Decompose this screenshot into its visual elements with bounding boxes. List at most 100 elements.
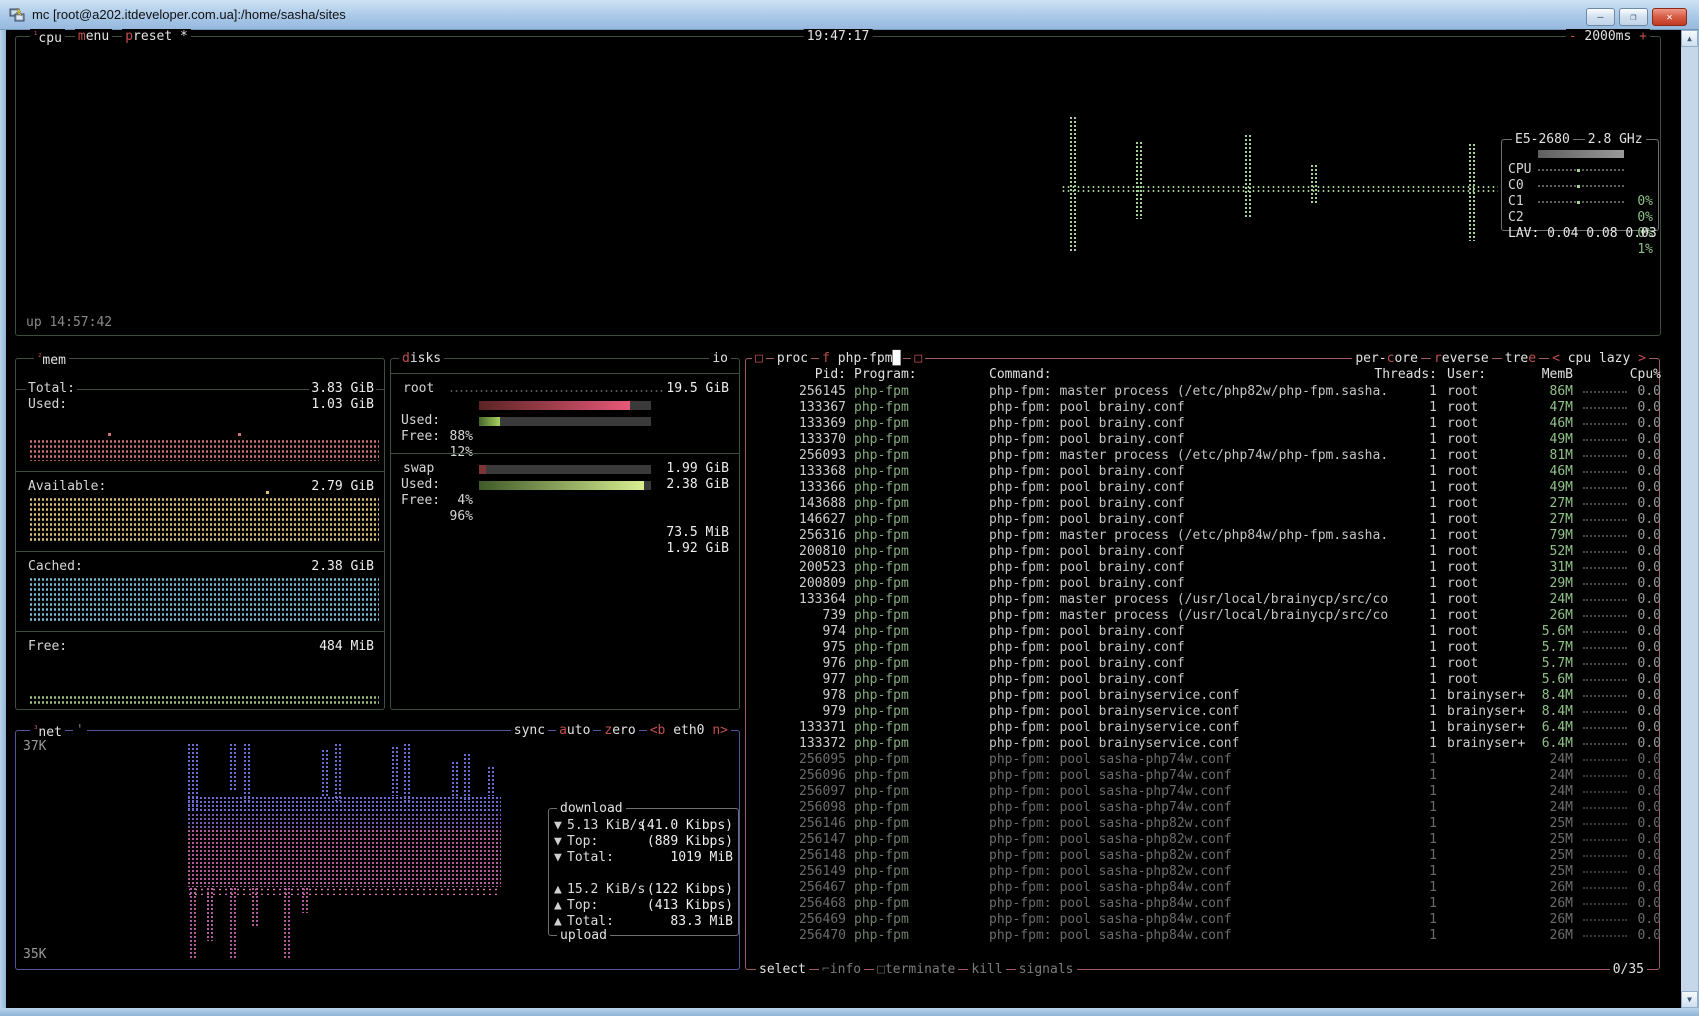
process-row[interactable]: 143688php-fpmphp-fpm: pool brainy.conf1r… bbox=[758, 496, 1659, 512]
process-user: root bbox=[1447, 512, 1478, 528]
process-row[interactable]: 256467php-fpmphp-fpm: pool sasha-php84w.… bbox=[758, 880, 1659, 896]
io-toggle[interactable]: io bbox=[709, 351, 731, 366]
maximize-button[interactable]: ❐ bbox=[1619, 8, 1648, 26]
process-row[interactable]: 256095php-fpmphp-fpm: pool sasha-php74w.… bbox=[758, 752, 1659, 768]
cpu-box-label[interactable]: ¹cpu bbox=[30, 29, 65, 46]
process-row[interactable]: 975php-fpmphp-fpm: pool brainy.conf1root… bbox=[758, 640, 1659, 656]
process-row[interactable]: 256146php-fpmphp-fpm: pool sasha-php82w.… bbox=[758, 816, 1659, 832]
core-graph bbox=[1538, 185, 1624, 187]
scroll-down-icon: ▼ bbox=[1687, 995, 1692, 1004]
filter-input[interactable]: f php-fpm█ bbox=[819, 351, 903, 366]
disks-box-label[interactable]: disks bbox=[399, 351, 444, 366]
process-row[interactable]: 256145php-fpmphp-fpm: master process (/e… bbox=[758, 384, 1659, 400]
process-user: root bbox=[1447, 400, 1478, 416]
preset-button[interactable]: preset * bbox=[122, 29, 191, 46]
cpu-info-box: E5-2680 2.8 GHz CPU 0% C0 0% C1 0% C2 bbox=[1501, 139, 1659, 231]
menu-button[interactable]: menu bbox=[75, 29, 112, 46]
process-row[interactable]: 256147php-fpmphp-fpm: pool sasha-php82w.… bbox=[758, 832, 1659, 848]
download-graph-column bbox=[229, 743, 238, 791]
tree-toggle[interactable]: tree bbox=[1502, 351, 1539, 366]
process-row[interactable]: 979php-fpmphp-fpm: pool brainyservice.co… bbox=[758, 704, 1659, 720]
process-row[interactable]: 133368php-fpmphp-fpm: pool brainy.conf1r… bbox=[758, 464, 1659, 480]
scroll-down-button[interactable]: ▼ bbox=[1681, 991, 1698, 1008]
update-interval[interactable]: - 2000ms + bbox=[1566, 29, 1650, 44]
process-row[interactable]: 256149php-fpmphp-fpm: pool sasha-php82w.… bbox=[758, 864, 1659, 880]
zero-toggle[interactable]: zero bbox=[601, 723, 638, 738]
stat-label: Total: bbox=[567, 850, 614, 866]
info-button[interactable]: ⌐info bbox=[819, 962, 864, 977]
cpu-box: ¹cpumenupreset * 19:47:17 - 2000ms + E5-… bbox=[15, 36, 1661, 336]
column-user[interactable]: User: bbox=[1447, 367, 1486, 383]
process-row[interactable]: 739php-fpmphp-fpm: master process (/usr/… bbox=[758, 608, 1659, 624]
column-threads[interactable]: Threads: bbox=[1358, 367, 1437, 383]
column-memb[interactable]: MemB bbox=[1484, 367, 1573, 383]
process-program: php-fpm bbox=[854, 416, 909, 432]
process-user: root bbox=[1447, 576, 1478, 592]
window-titlebar[interactable]: mc [root@a202.itdeveloper.com.ua]:/home/… bbox=[0, 0, 1699, 30]
sync-toggle[interactable]: sync bbox=[511, 723, 548, 738]
signals-button[interactable]: signals bbox=[1016, 962, 1077, 977]
net-graph-mid-band bbox=[187, 813, 501, 829]
column-cpu[interactable]: Cpu% bbox=[1614, 367, 1661, 383]
interface-switcher[interactable]: <b eth0 n> bbox=[647, 723, 731, 738]
terminal-scrollbar[interactable]: ▲ ▼ bbox=[1681, 30, 1698, 1008]
process-row[interactable]: 256096php-fpmphp-fpm: pool sasha-php74w.… bbox=[758, 768, 1659, 784]
process-mem: 8.4M bbox=[1484, 704, 1573, 720]
column-program[interactable]: Program: bbox=[854, 367, 917, 383]
process-pid: 146627 bbox=[758, 512, 846, 528]
process-program: php-fpm bbox=[854, 704, 909, 720]
kill-button[interactable]: kill bbox=[968, 962, 1005, 977]
process-row[interactable]: 200523php-fpmphp-fpm: pool brainy.conf1r… bbox=[758, 560, 1659, 576]
process-row[interactable]: 256098php-fpmphp-fpm: pool sasha-php74w.… bbox=[758, 800, 1659, 816]
close-button[interactable]: ✕ bbox=[1652, 8, 1687, 26]
process-row[interactable]: 133364php-fpmphp-fpm: master process (/u… bbox=[758, 592, 1659, 608]
process-row[interactable]: 256316php-fpmphp-fpm: master process (/e… bbox=[758, 528, 1659, 544]
process-command: php-fpm: pool sasha-php74w.conf bbox=[989, 800, 1232, 816]
process-row[interactable]: 978php-fpmphp-fpm: pool brainyservice.co… bbox=[758, 688, 1659, 704]
terminate-button[interactable]: □terminate bbox=[874, 962, 958, 977]
process-row[interactable]: 133371php-fpmphp-fpm: pool brainyservice… bbox=[758, 720, 1659, 736]
minimize-button[interactable]: — bbox=[1586, 8, 1615, 26]
process-threads: 1 bbox=[1358, 784, 1437, 800]
net-box-label[interactable]: ³net bbox=[30, 723, 65, 740]
download-graph-column bbox=[463, 753, 472, 801]
process-row[interactable]: 133366php-fpmphp-fpm: pool brainy.conf1r… bbox=[758, 480, 1659, 496]
process-row[interactable]: 256148php-fpmphp-fpm: pool sasha-php82w.… bbox=[758, 848, 1659, 864]
process-row[interactable]: 256470php-fpmphp-fpm: pool sasha-php84w.… bbox=[758, 928, 1659, 944]
process-threads: 1 bbox=[1358, 624, 1437, 640]
process-row[interactable]: 976php-fpmphp-fpm: pool brainy.conf1root… bbox=[758, 656, 1659, 672]
filter-clear[interactable]: □ bbox=[911, 351, 925, 366]
process-row[interactable]: 200809php-fpmphp-fpm: pool brainy.conf1r… bbox=[758, 576, 1659, 592]
process-threads: 1 bbox=[1358, 688, 1437, 704]
process-row[interactable]: 256469php-fpmphp-fpm: pool sasha-php84w.… bbox=[758, 912, 1659, 928]
process-row[interactable]: 146627php-fpmphp-fpm: pool brainy.conf1r… bbox=[758, 512, 1659, 528]
process-pid: 256148 bbox=[758, 848, 846, 864]
column-pid[interactable]: Pid: bbox=[758, 367, 846, 383]
process-row[interactable]: 200810php-fpmphp-fpm: pool brainy.conf1r… bbox=[758, 544, 1659, 560]
disk-used-row: Used: 88% 17.2 GiB bbox=[391, 397, 739, 413]
process-row[interactable]: 974php-fpmphp-fpm: pool brainy.conf1root… bbox=[758, 624, 1659, 640]
process-row[interactable]: 133369php-fpmphp-fpm: pool brainy.conf1r… bbox=[758, 416, 1659, 432]
process-row[interactable]: 977php-fpmphp-fpm: pool brainy.conf1root… bbox=[758, 672, 1659, 688]
reverse-toggle[interactable]: reverse bbox=[1431, 351, 1492, 366]
process-row[interactable]: 256468php-fpmphp-fpm: pool sasha-php84w.… bbox=[758, 896, 1659, 912]
process-row[interactable]: 133370php-fpmphp-fpm: pool brainy.conf1r… bbox=[758, 432, 1659, 448]
proc-box: □procf php-fpm█□ per-corereversetree< cp… bbox=[745, 358, 1660, 970]
column-command[interactable]: Command: bbox=[989, 367, 1052, 383]
select-button[interactable]: select bbox=[756, 962, 809, 977]
mem-available-row: Available:2.79 GiB bbox=[16, 463, 384, 479]
process-mem: 5.6M bbox=[1484, 672, 1573, 688]
process-user: root bbox=[1447, 384, 1478, 400]
process-cpu: 0.0 bbox=[1614, 624, 1661, 640]
per-core-toggle[interactable]: per-core bbox=[1352, 351, 1421, 366]
process-row[interactable]: 256093php-fpmphp-fpm: master process (/e… bbox=[758, 448, 1659, 464]
scroll-up-button[interactable]: ▲ bbox=[1681, 30, 1698, 47]
sort-selector[interactable]: < cpu lazy > bbox=[1549, 351, 1649, 366]
process-mem: 49M bbox=[1484, 432, 1573, 448]
process-row[interactable]: 256097php-fpmphp-fpm: pool sasha-php74w.… bbox=[758, 784, 1659, 800]
auto-toggle[interactable]: auto bbox=[556, 723, 593, 738]
proc-box-label[interactable]: proc bbox=[774, 351, 811, 366]
process-row[interactable]: 133372php-fpmphp-fpm: pool brainyservice… bbox=[758, 736, 1659, 752]
process-row[interactable]: 133367php-fpmphp-fpm: pool brainy.conf1r… bbox=[758, 400, 1659, 416]
proc-collapse-toggle[interactable]: □ bbox=[752, 351, 766, 366]
